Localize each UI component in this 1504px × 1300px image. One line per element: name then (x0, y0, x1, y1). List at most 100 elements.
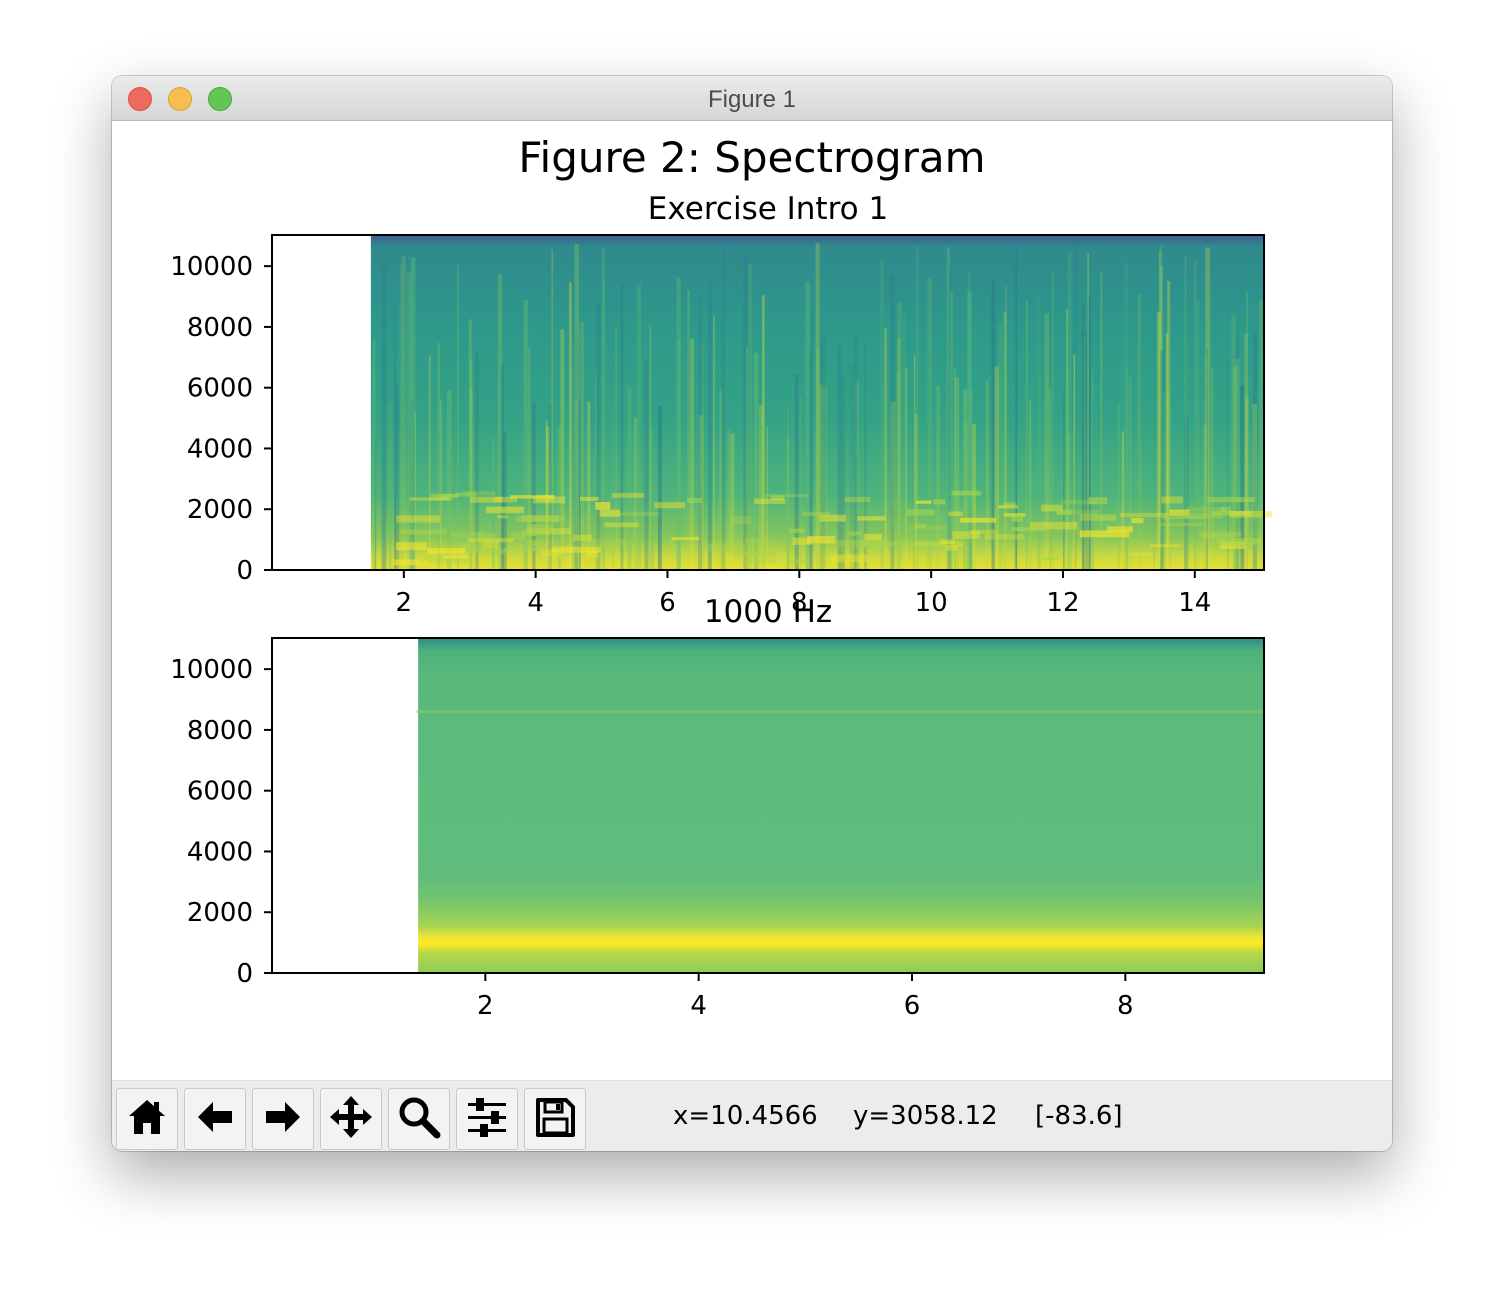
low-frequency-band (787, 558, 808, 564)
configure-subplots-button[interactable] (456, 1088, 518, 1150)
low-frequency-band (409, 497, 450, 501)
energy-streak (1184, 255, 1187, 570)
x-tick-label: 4 (690, 991, 707, 1021)
low-frequency-band (449, 531, 486, 538)
energy-streak (1003, 311, 1008, 570)
y-tick-label: 6000 (187, 374, 253, 404)
low-frequency-band (1207, 497, 1256, 503)
low-frequency-band (396, 515, 441, 523)
low-frequency-band (486, 509, 522, 514)
zoom-button[interactable] (388, 1088, 450, 1150)
energy-streak (1211, 368, 1214, 570)
title-bar: Figure 1 (112, 76, 1392, 121)
y-tick-label: 2000 (187, 495, 253, 525)
subplot-title: Exercise Intro 1 (648, 191, 888, 227)
low-frequency-band (915, 500, 932, 504)
energy-streak (1029, 399, 1032, 570)
low-frequency-band (861, 539, 888, 548)
y-tick-label: 2000 (187, 898, 253, 928)
y-tick-label: 0 (236, 556, 253, 586)
home-icon (125, 1095, 169, 1143)
energy-streak (446, 390, 452, 570)
y-axis-ticks: 0 2000 4000 6000 8000 10000 (170, 655, 272, 989)
low-frequency-band (494, 496, 517, 503)
energy-streak (748, 263, 753, 570)
save-button[interactable] (524, 1088, 586, 1150)
subplot-1000hz[interactable]: 2 4 6 8 0 2000 4000 6000 8000 10000 1000 Hz (170, 594, 1265, 1021)
energy-streak (761, 295, 765, 570)
home-button[interactable] (116, 1088, 178, 1150)
energy-streak (1196, 301, 1200, 570)
low-frequency-band (1220, 506, 1231, 512)
low-frequency-band (482, 540, 499, 549)
subplot-exercise-intro[interactable]: Exercise Intro 1 2 4 6 8 10 12 14 020004000600… (170, 191, 1272, 618)
energy-streak (810, 314, 814, 570)
low-frequency-band (1042, 556, 1061, 561)
energy-streak (1038, 373, 1041, 570)
x-tick-label: 12 (1046, 588, 1079, 618)
low-frequency-band (819, 514, 846, 522)
figure-window: Figure 1 Figure 2: Spectrogram Exercise … (112, 76, 1392, 1151)
x-tick-label: 2 (477, 991, 494, 1021)
energy-streak (1091, 368, 1095, 570)
low-frequency-band (420, 557, 469, 563)
pan-button[interactable] (320, 1088, 382, 1150)
energy-streak (708, 279, 712, 570)
energy-streak (962, 389, 968, 570)
low-frequency-band (585, 550, 599, 558)
energy-streak (1087, 253, 1090, 570)
low-frequency-band (1131, 517, 1144, 524)
figure-svg[interactable]: Figure 2: Spectrogram Exercise Intro 1 2… (112, 121, 1392, 1081)
forward-button[interactable] (252, 1088, 314, 1150)
x-axis-ticks: 2 4 6 8 (477, 973, 1134, 1021)
low-frequency-band (848, 531, 862, 536)
energy-streak (1121, 431, 1125, 570)
energy-streak (721, 250, 726, 570)
low-frequency-band (1150, 544, 1181, 548)
low-frequency-band (1011, 514, 1023, 522)
low-frequency-band (1229, 510, 1272, 518)
energy-streak (574, 244, 579, 570)
low-frequency-band (611, 493, 645, 498)
energy-streak (528, 347, 531, 570)
low-frequency-band (464, 490, 496, 496)
x-tick-label: 10 (915, 588, 948, 618)
low-frequency-band (807, 535, 836, 544)
energy-streak (407, 272, 412, 570)
low-frequency-band (1199, 531, 1242, 537)
y-axis-ticks: 0 2000 4000 6000 8000 10000 (170, 252, 272, 586)
low-frequency-band (951, 490, 981, 496)
low-frequency-band (908, 525, 949, 530)
low-frequency-band (1158, 523, 1203, 527)
energy-streak (381, 265, 387, 570)
y-tick-label: 10000 (170, 252, 253, 282)
harmonic-line (416, 710, 1264, 713)
energy-streak (1117, 403, 1120, 570)
figure-canvas[interactable]: Figure 2: Spectrogram Exercise Intro 1 2… (112, 121, 1392, 1081)
low-frequency-band (497, 515, 508, 519)
energy-streak (985, 380, 989, 570)
low-frequency-band (998, 505, 1018, 509)
low-frequency-band (531, 540, 546, 549)
configure-subplots-icon (464, 1094, 510, 1144)
low-frequency-band (745, 537, 770, 545)
low-frequency-band (579, 496, 599, 501)
energy-streak (713, 315, 715, 570)
low-frequency-band (708, 544, 746, 552)
spectrogram-image[interactable] (418, 638, 1265, 973)
y-tick-label: 8000 (187, 716, 253, 746)
x-tick-label: 6 (904, 991, 921, 1021)
energy-streak (627, 386, 632, 570)
energy-streak (884, 327, 887, 570)
low-frequency-band (583, 539, 627, 547)
low-frequency-band (1120, 513, 1167, 518)
y-tick-label: 4000 (187, 837, 253, 867)
low-frequency-band (395, 542, 427, 551)
y-tick-label: 6000 (187, 777, 253, 807)
low-frequency-band (915, 541, 942, 547)
low-frequency-band (729, 516, 752, 525)
low-frequency-band (541, 549, 562, 557)
back-button[interactable] (184, 1088, 246, 1150)
energy-streak (687, 290, 690, 570)
low-frequency-band (984, 533, 1025, 540)
